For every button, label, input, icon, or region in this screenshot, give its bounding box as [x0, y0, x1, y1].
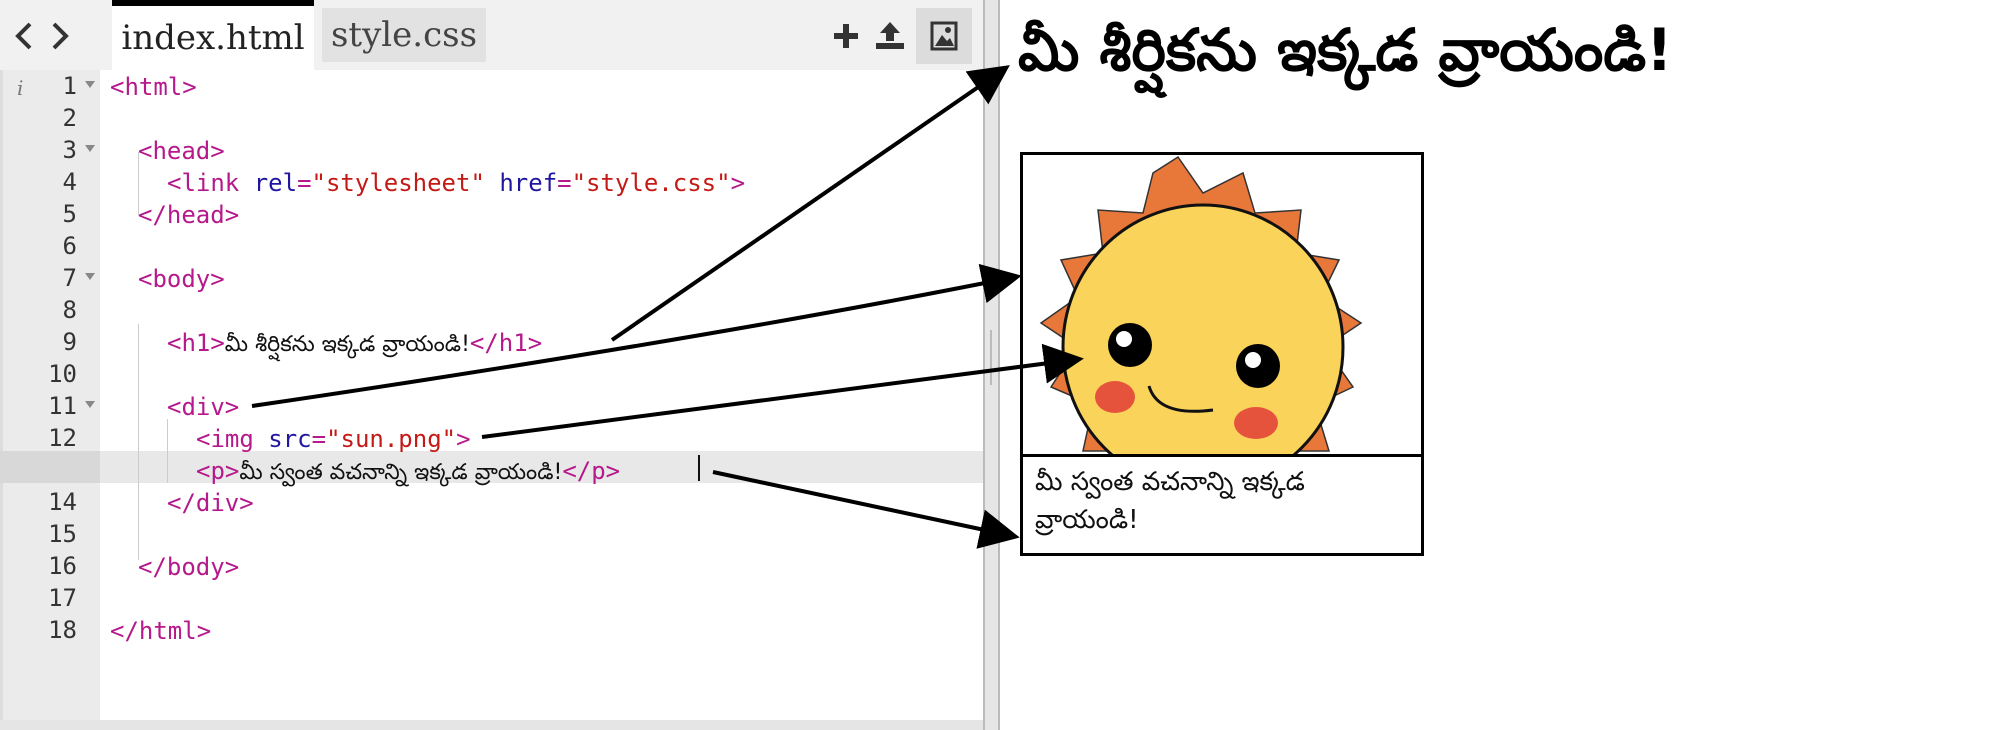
- code-line-13[interactable]: <p>మీ స్వంత వచనాన్ని ఇక్కడ వ్రాయండి!</p>: [196, 455, 620, 487]
- line-number: 17: [3, 582, 103, 614]
- back-button[interactable]: [6, 16, 42, 56]
- tab-label: index.html: [121, 18, 305, 58]
- line-number-text: 3: [62, 136, 77, 164]
- line-number-text: 11: [48, 392, 77, 420]
- line-number-text: 8: [62, 296, 77, 324]
- code-line-9[interactable]: <h1>మీ శీర్షికను ఇక్కడ వ్రాయండి!</h1>: [167, 327, 542, 359]
- line-number-text: 9: [62, 328, 77, 356]
- add-file-button[interactable]: [826, 16, 866, 56]
- image-icon: [930, 21, 958, 51]
- right-cheek: [1234, 407, 1278, 439]
- plus-icon: [834, 24, 858, 48]
- line-number: 6: [3, 230, 103, 262]
- fold-toggle-icon[interactable]: [85, 81, 95, 88]
- line-number-text: 17: [48, 584, 77, 612]
- line-number: 8: [3, 294, 103, 326]
- line-number: 9: [3, 326, 103, 358]
- line-number: 12: [3, 422, 103, 454]
- info-icon[interactable]: i: [17, 76, 23, 100]
- code-line-1[interactable]: <html>: [110, 71, 197, 103]
- line-number-text: 6: [62, 232, 77, 260]
- preview-heading: మీ శీర్షికను ఇక్కడ వ్రాయండి!: [1018, 16, 1673, 84]
- upload-icon: [876, 22, 904, 49]
- line-number-text: 1: [62, 72, 77, 100]
- sun-image: [1023, 155, 1421, 457]
- tab-label: style.css: [330, 15, 478, 55]
- eye-highlight: [1116, 331, 1132, 347]
- line-number: 10: [3, 358, 103, 390]
- tab-index-html[interactable]: index.html: [112, 0, 314, 70]
- tab-style-css[interactable]: style.css: [322, 8, 486, 62]
- code-line-11[interactable]: <div>: [167, 391, 239, 423]
- upload-button[interactable]: [870, 16, 910, 56]
- eye-highlight: [1245, 352, 1261, 368]
- text-cursor: [698, 455, 700, 481]
- line-number: 11: [3, 390, 103, 422]
- line-number: 18: [3, 614, 103, 646]
- code-line-18[interactable]: </html>: [110, 615, 211, 647]
- line-number: 5: [3, 198, 103, 230]
- fold-toggle-icon[interactable]: [85, 401, 95, 408]
- indent-guide: [167, 419, 168, 483]
- line-number-gutter: 123456789101112131415161718: [0, 70, 100, 730]
- line-number-text: 4: [62, 168, 77, 196]
- code-line-4[interactable]: <link rel="stylesheet" href="style.css">: [167, 167, 745, 199]
- preview-card: మీ స్వంత వచనాన్ని ఇక్కడ వ్రాయండి!: [1020, 152, 1424, 556]
- line-number: 7: [3, 262, 103, 294]
- active-line-gutter: [0, 451, 100, 483]
- code-line-5[interactable]: </head>: [138, 199, 239, 231]
- code-line-14[interactable]: </div>: [167, 487, 254, 519]
- left-cheek: [1095, 381, 1135, 413]
- line-number-text: 10: [48, 360, 77, 388]
- forward-button[interactable]: [42, 16, 78, 56]
- line-number-text: 12: [48, 424, 77, 452]
- code-line-12[interactable]: <img src="sun.png">: [196, 423, 471, 455]
- line-number: 14: [3, 486, 103, 518]
- fold-toggle-icon[interactable]: [85, 273, 95, 280]
- code-line-3[interactable]: <head>: [138, 135, 225, 167]
- left-eye: [1108, 323, 1152, 367]
- fold-toggle-icon[interactable]: [85, 145, 95, 152]
- line-number-text: 2: [62, 104, 77, 132]
- line-number-text: 7: [62, 264, 77, 292]
- code-line-16[interactable]: </body>: [138, 551, 239, 583]
- line-number: 2: [3, 102, 103, 134]
- line-number: 3: [3, 134, 103, 166]
- line-number: 15: [3, 518, 103, 550]
- grip-line: [990, 330, 992, 385]
- chevron-right-icon: [52, 22, 69, 50]
- line-number-text: 15: [48, 520, 77, 548]
- line-number: 4: [3, 166, 103, 198]
- line-number: 16: [3, 550, 103, 582]
- code-editor-pane[interactable]: index.html style.css 1234567891011121314…: [0, 0, 983, 730]
- preview-pane: మీ శీర్షికను ఇక్కడ వ్రాయండి! మీ స్వంత వచ…: [1000, 0, 2002, 730]
- horizontal-scrollbar[interactable]: [0, 720, 983, 730]
- preview-paragraph: మీ స్వంత వచనాన్ని ఇక్కడ వ్రాయండి!: [1035, 467, 1305, 535]
- editor-tab-bar: index.html style.css: [0, 0, 983, 70]
- code-line-7[interactable]: <body>: [138, 263, 225, 295]
- insert-image-button[interactable]: [916, 8, 972, 64]
- line-number-text: 16: [48, 552, 77, 580]
- pane-resize-handle[interactable]: [983, 0, 1000, 730]
- line-number-text: 5: [62, 200, 77, 228]
- indent-guide: [138, 324, 139, 560]
- line-number-text: 14: [48, 488, 77, 516]
- chevron-left-icon: [15, 22, 32, 50]
- line-number-text: 18: [48, 616, 77, 644]
